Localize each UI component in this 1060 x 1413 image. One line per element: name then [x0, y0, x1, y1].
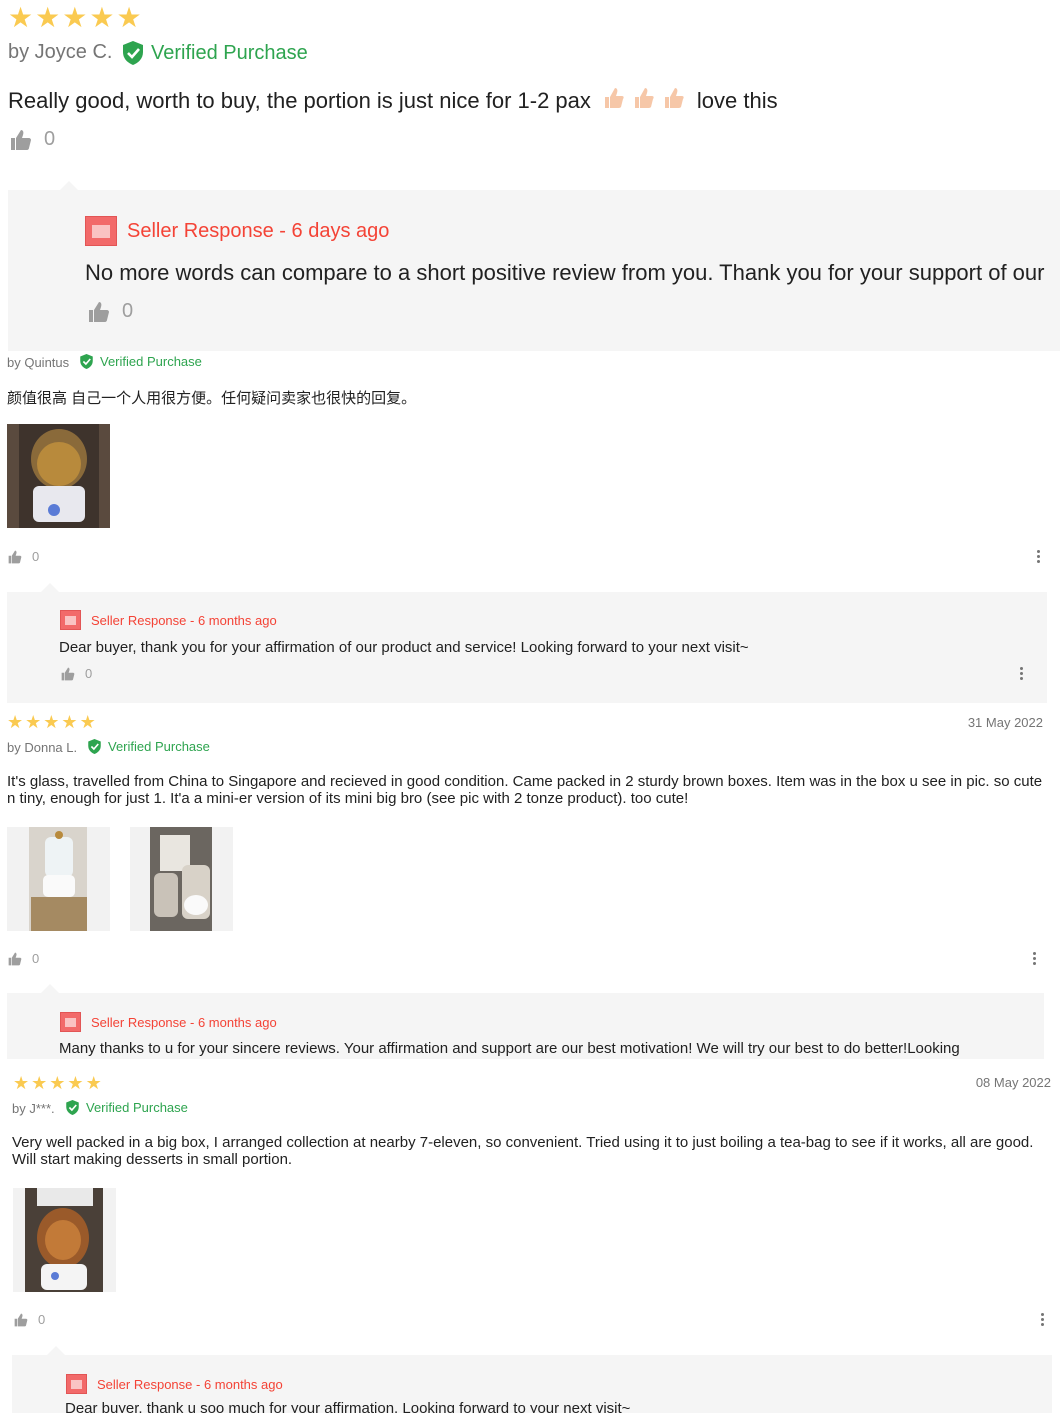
review-photo-image — [7, 424, 110, 528]
more-options-icon[interactable] — [1037, 550, 1041, 563]
star-icon: ★ — [31, 1073, 48, 1093]
like-button[interactable]: 0 — [88, 300, 133, 323]
seller-response: Seller Response - 6 months ago Dear buye… — [7, 592, 1047, 703]
star-icon: ★ — [116, 2, 142, 33]
review-date: 31 May 2022 — [967, 715, 1043, 730]
star-icon: ★ — [49, 1073, 66, 1093]
like-count: 0 — [32, 951, 40, 966]
verified-label: Verified Purchase — [151, 41, 308, 64]
more-options-icon[interactable] — [1020, 667, 1024, 680]
star-icon: ★ — [13, 1073, 30, 1093]
review-photo[interactable] — [13, 1188, 116, 1292]
seller-response-heading: Seller Response - 6 months ago — [66, 1374, 283, 1394]
star-icon: ★ — [8, 2, 34, 33]
verified-shield-icon — [88, 739, 101, 754]
seller-response-text: Dear buyer, thank you for your affirmati… — [59, 639, 749, 656]
like-count: 0 — [38, 1312, 46, 1327]
rating-stars: ★ ★ ★ ★ ★ — [7, 713, 96, 731]
like-button[interactable]: 0 — [8, 951, 39, 966]
rating-stars: ★ ★ ★ ★ ★ — [8, 4, 142, 32]
verified-shield-icon — [66, 1100, 79, 1115]
review-photo[interactable] — [7, 827, 110, 931]
review-text-end: love this — [696, 88, 778, 113]
seller-response: Seller Response - 6 days ago No more wor… — [8, 190, 1060, 351]
thumbs-up-emoji-icon — [663, 86, 685, 116]
review-author: by Joyce C. — [8, 41, 113, 63]
verified-badge: Verified Purchase — [79, 353, 202, 370]
review-author: by Donna L. — [7, 740, 78, 755]
review-date: 08 May 2022 — [975, 1075, 1051, 1090]
like-button[interactable]: 0 — [61, 666, 92, 681]
star-icon: ★ — [62, 2, 88, 33]
like-button[interactable]: 0 — [8, 549, 39, 564]
seller-response-heading: Seller Response - 6 months ago — [60, 610, 277, 630]
seller-response-title: Seller Response - 6 days ago — [127, 219, 390, 242]
review-author: by Quintus — [7, 355, 70, 370]
star-icon: ★ — [7, 712, 24, 732]
review-photo-image — [7, 827, 110, 931]
seller-response-text: No more words can compare to a short pos… — [85, 260, 1045, 285]
like-count: 0 — [44, 128, 56, 150]
verified-shield-icon — [123, 41, 143, 65]
shop-icon — [66, 1374, 87, 1394]
verified-shield-icon — [80, 354, 93, 369]
seller-response-title: Seller Response - 6 months ago — [97, 1376, 283, 1392]
star-icon: ★ — [85, 1073, 102, 1093]
like-count: 0 — [32, 549, 40, 564]
review-photo[interactable] — [130, 827, 233, 931]
response-caret — [47, 1346, 65, 1355]
seller-response-heading: Seller Response - 6 days ago — [85, 216, 389, 246]
star-icon: ★ — [25, 712, 42, 732]
verified-label: Verified Purchase — [86, 1100, 188, 1115]
thumbs-up-icon — [89, 301, 109, 322]
shop-icon — [85, 216, 117, 246]
star-icon: ★ — [61, 712, 78, 732]
verified-label: Verified Purchase — [108, 739, 210, 754]
review-photo-image — [130, 827, 233, 931]
response-caret — [60, 181, 78, 190]
star-icon: ★ — [35, 2, 61, 33]
response-caret — [41, 583, 59, 592]
like-count: 0 — [85, 666, 93, 681]
review-text-main: Really good, worth to buy, the portion i… — [8, 88, 591, 113]
more-options-icon[interactable] — [1041, 1313, 1045, 1326]
seller-response-text: Dear buyer, thank u soo much for your af… — [65, 1400, 631, 1413]
verified-badge: Verified Purchase — [87, 738, 210, 755]
response-caret — [41, 984, 59, 993]
seller-response: Seller Response - 6 months ago Dear buye… — [12, 1355, 1052, 1413]
review-photo[interactable] — [7, 424, 110, 528]
review-text: It's glass, travelled from China to Sing… — [7, 773, 1043, 807]
thumbs-up-icon — [11, 129, 31, 150]
star-icon: ★ — [89, 2, 115, 33]
verified-label: Verified Purchase — [100, 354, 202, 369]
seller-response-title: Seller Response - 6 months ago — [91, 612, 277, 628]
thumbs-up-icon — [8, 550, 22, 563]
shop-icon — [60, 610, 81, 630]
star-icon: ★ — [67, 1073, 84, 1093]
review-text: Really good, worth to buy, the portion i… — [8, 86, 778, 116]
more-options-icon[interactable] — [1033, 952, 1037, 965]
thumbs-up-emoji-icon — [633, 86, 655, 116]
seller-response: Seller Response - 6 months ago Many than… — [7, 993, 1044, 1059]
seller-response-heading: Seller Response - 6 months ago — [60, 1012, 277, 1032]
seller-response-text: Many thanks to u for your sincere review… — [59, 1040, 960, 1057]
thumbs-up-icon — [8, 952, 22, 965]
like-count: 0 — [122, 300, 134, 322]
verified-badge: Verified Purchase — [121, 40, 308, 66]
review-text: Very well packed in a big box, I arrange… — [12, 1134, 1034, 1168]
like-button[interactable]: 0 — [14, 1312, 45, 1327]
review-author: by J***. — [12, 1101, 55, 1116]
seller-response-title: Seller Response - 6 months ago — [91, 1014, 277, 1030]
thumbs-up-emoji-icon — [603, 86, 625, 116]
like-button[interactable]: 0 — [10, 128, 55, 151]
review-text: 颜值很高 自己一个人用很方便。任何疑问卖家也很快的回复。 — [7, 390, 417, 407]
star-icon: ★ — [79, 712, 96, 732]
thumbs-up-icon — [61, 667, 75, 680]
shop-icon — [60, 1012, 81, 1032]
star-icon: ★ — [43, 712, 60, 732]
thumbs-up-icon — [14, 1313, 28, 1326]
verified-badge: Verified Purchase — [65, 1099, 188, 1116]
rating-stars: ★ ★ ★ ★ ★ — [13, 1074, 102, 1092]
review-photo-image — [13, 1188, 116, 1292]
